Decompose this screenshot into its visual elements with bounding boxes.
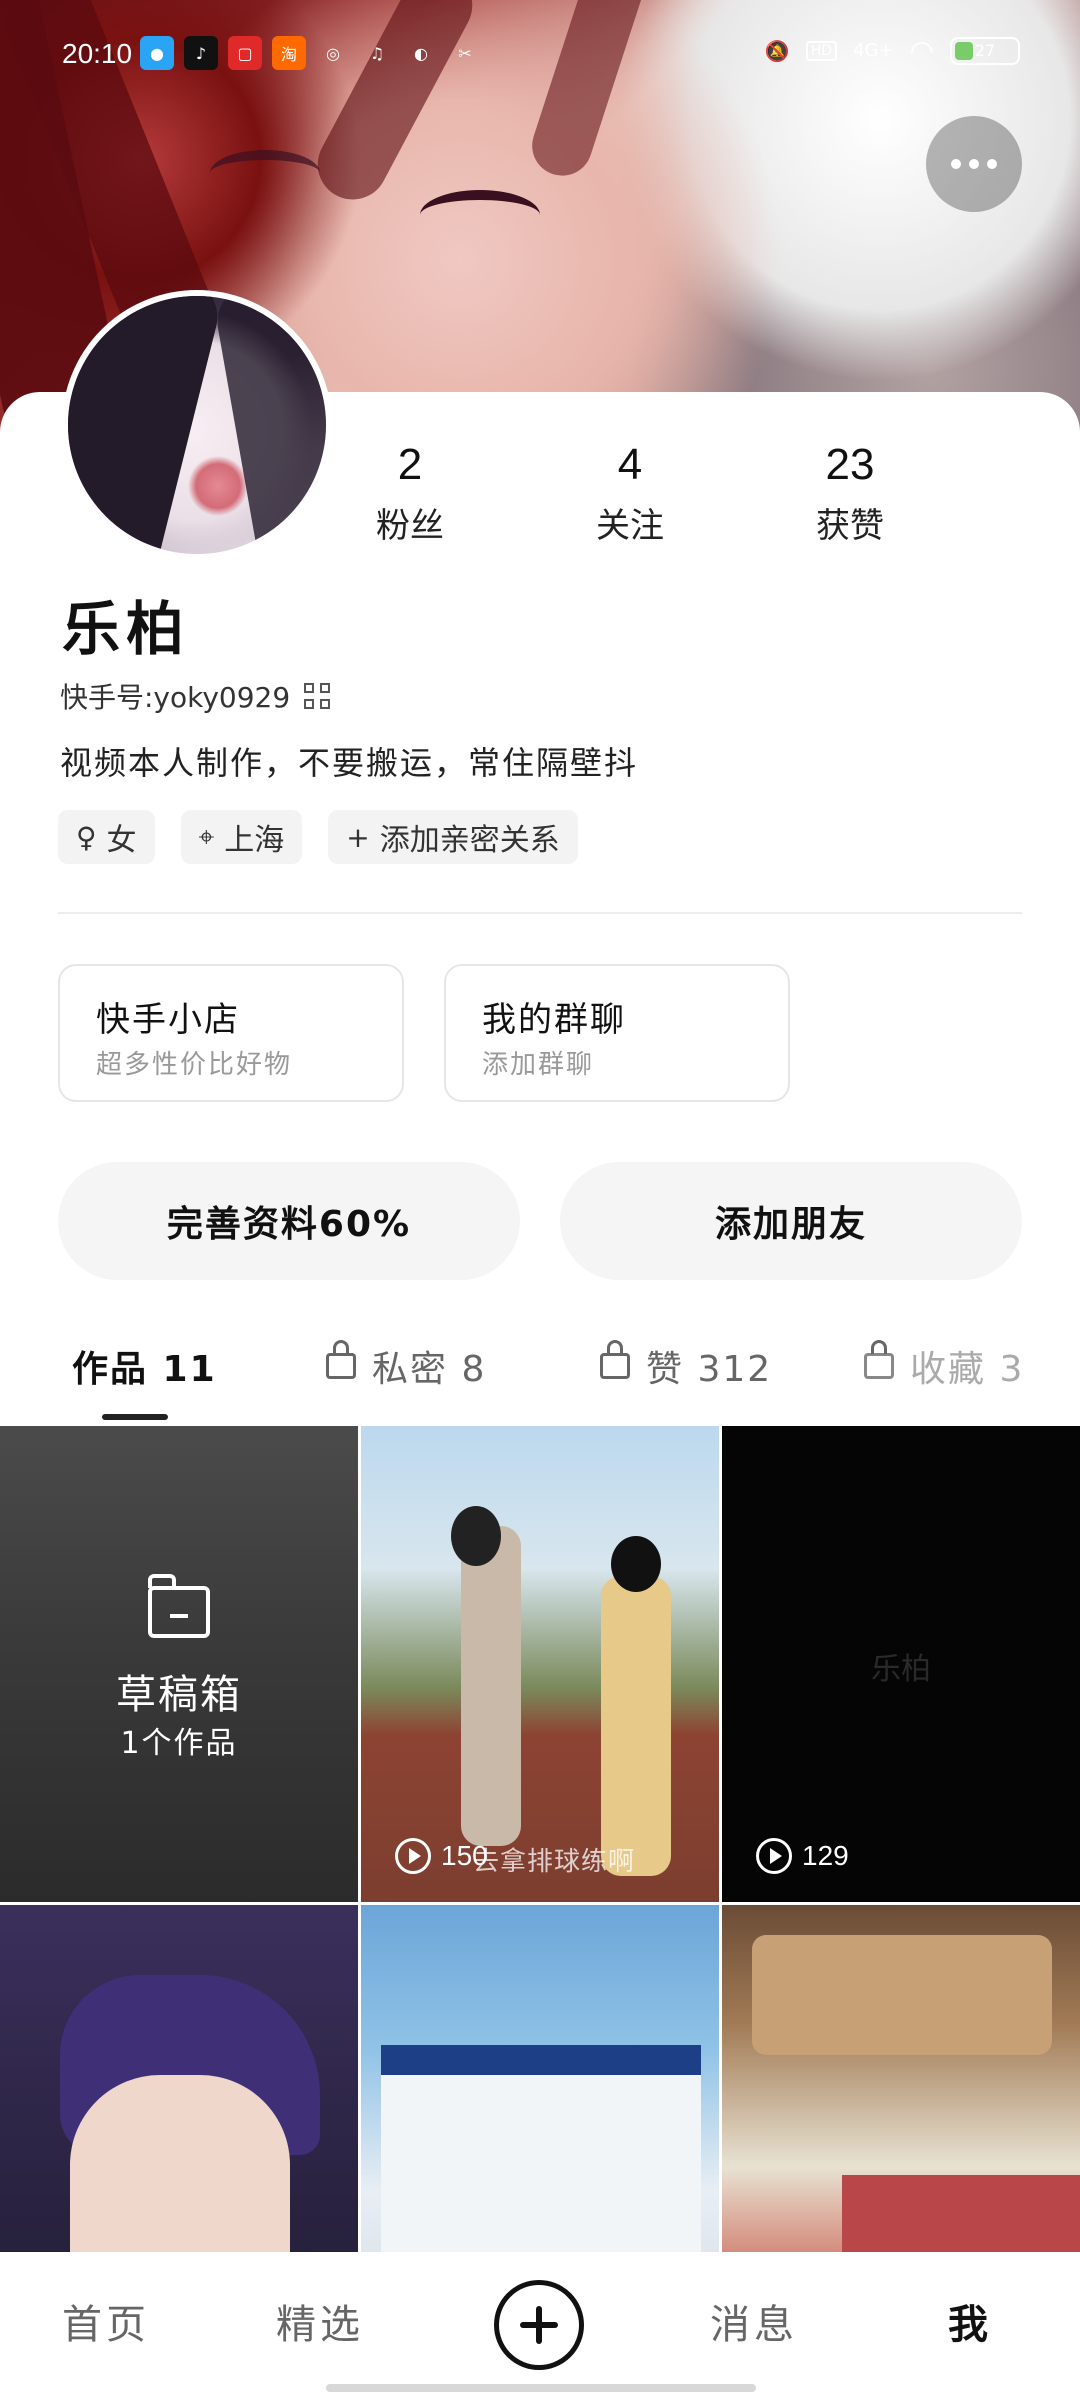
tab-works[interactable]: 作品 11 [72, 1340, 217, 1392]
profile-tags: ♀ 女 ⌖ 上海 + 添加亲密关系 [58, 810, 578, 864]
lock-icon [600, 1340, 630, 1379]
wifi-icon: ◠ [909, 34, 934, 67]
likes-count: 23 [825, 440, 875, 489]
kuaishou-id: 快手号:yoky0929 [60, 681, 291, 714]
notification-icons: ● ♪ ▢ 淘 ◎ ♫ ◐ ✂ [140, 36, 482, 70]
tab-private[interactable]: 私密 8 [326, 1340, 486, 1392]
fans-label: 粉丝 [376, 506, 444, 546]
group-chat-title: 我的群聊 [482, 1000, 626, 1040]
profile-name: 乐柏 [62, 595, 191, 663]
hd-icon: HD [805, 40, 838, 61]
bottom-navigation: 首页 精选 消息 我 [0, 2252, 1080, 2400]
tab-likes[interactable]: 赞 312 [600, 1340, 772, 1392]
tab-works-label: 作品 11 [72, 1349, 217, 1390]
content-tabs: 作品 11 私密 8 赞 312 收藏 3 [0, 1320, 1080, 1420]
status-time: 20:10 [62, 38, 133, 69]
female-icon: ♀ [76, 820, 97, 854]
shop-subtitle: 超多性价比好物 [96, 1050, 293, 1080]
dot-icon [987, 159, 997, 169]
location-pin-icon: ⌖ [198, 820, 215, 853]
add-relationship-label: 添加亲密关系 [379, 823, 560, 858]
tab-favorites[interactable]: 收藏 3 [864, 1340, 1024, 1392]
battery-icon: 27 [950, 36, 1020, 65]
dot-icon [969, 159, 979, 169]
nav-messages[interactable]: 消息 [710, 2292, 798, 2350]
nav-featured[interactable]: 精选 [276, 2292, 364, 2350]
app-dial-icon: ◐ [414, 43, 428, 63]
video-tile[interactable]: 乐柏 129 [722, 1426, 1080, 1902]
video-caption: 去拿排球练啊 [473, 1847, 636, 1877]
kuaishou-id-row[interactable]: 快手号:yoky0929 [60, 676, 331, 716]
folder-icon [148, 1574, 210, 1638]
active-tab-indicator [102, 1414, 168, 1420]
shop-title: 快手小店 [96, 1000, 240, 1040]
my-group-chat-card[interactable]: 我的群聊 添加群聊 [444, 964, 790, 1102]
tab-private-label: 私密 8 [372, 1349, 487, 1390]
stat-fans[interactable]: 2 粉丝 [310, 440, 510, 547]
more-options-button[interactable] [926, 116, 1022, 212]
lock-icon [326, 1340, 356, 1379]
music-icon: ♫ [369, 43, 385, 63]
fans-count: 2 [397, 440, 423, 489]
app-circle-icon: ◎ [326, 43, 340, 63]
qr-code-icon[interactable] [304, 683, 331, 709]
play-icon [756, 1838, 792, 1874]
video-watermark: 乐柏 [871, 1652, 931, 1687]
avatar[interactable] [62, 290, 332, 560]
tab-likes-label: 赞 312 [646, 1349, 773, 1390]
draft-title: 草稿箱 [116, 1672, 242, 1718]
likes-label: 获赞 [816, 506, 884, 546]
douyin-icon: ♪ [184, 36, 218, 70]
profile-bio: 视频本人制作，不要搬运，常住隔壁抖 [60, 744, 639, 782]
tab-favorites-label: 收藏 3 [910, 1349, 1025, 1390]
following-count: 4 [617, 440, 643, 489]
gender-tag[interactable]: ♀ 女 [58, 810, 155, 864]
video-tile[interactable]: 150 去拿排球练啊 [361, 1426, 719, 1902]
stat-following[interactable]: 4 关注 [530, 440, 730, 547]
mute-icon: 🔕 [764, 38, 790, 63]
draft-count: 1个作品 [120, 1726, 238, 1761]
battery-level: 27 [974, 40, 996, 60]
following-label: 关注 [596, 506, 664, 546]
nav-home[interactable]: 首页 [62, 2292, 150, 2350]
lock-icon [864, 1340, 894, 1379]
create-button[interactable] [494, 2280, 584, 2370]
location-tag[interactable]: ⌖ 上海 [180, 810, 303, 864]
complete-profile-button[interactable]: 完善资料60% [58, 1162, 520, 1280]
qq-icon: ● [140, 36, 174, 70]
nav-me[interactable]: 我 [948, 2292, 992, 2350]
draft-box-tile[interactable]: 草稿箱 1个作品 [0, 1426, 358, 1902]
status-bar: 20:10 ● ♪ ▢ 淘 ◎ ♫ ◐ ✂ 🔕 HD 4G+ ◠ 27 [0, 0, 1080, 110]
stat-likes[interactable]: 23 获赞 [750, 440, 950, 547]
location-label: 上海 [224, 823, 285, 858]
add-friend-button[interactable]: 添加朋友 [560, 1162, 1022, 1280]
add-relationship-tag[interactable]: + 添加亲密关系 [328, 810, 578, 864]
taobao-icon: 淘 [272, 36, 306, 70]
profile-stats: 2 粉丝 4 关注 23 获赞 [376, 440, 1020, 560]
kuaishou-shop-card[interactable]: 快手小店 超多性价比好物 [58, 964, 404, 1102]
play-icon [395, 1838, 431, 1874]
play-count: 129 [756, 1838, 849, 1874]
app-red-icon: ▢ [228, 36, 262, 70]
capcut-icon: ✂ [458, 43, 472, 63]
dot-icon [951, 159, 961, 169]
status-right: 🔕 HD 4G+ ◠ 27 [765, 34, 1020, 67]
home-indicator [326, 2384, 756, 2392]
plus-icon: + [346, 820, 370, 854]
group-chat-subtitle: 添加群聊 [482, 1050, 595, 1080]
divider [58, 912, 1022, 914]
gender-label: 女 [106, 823, 137, 858]
signal-icon: 4G+ [853, 40, 894, 61]
